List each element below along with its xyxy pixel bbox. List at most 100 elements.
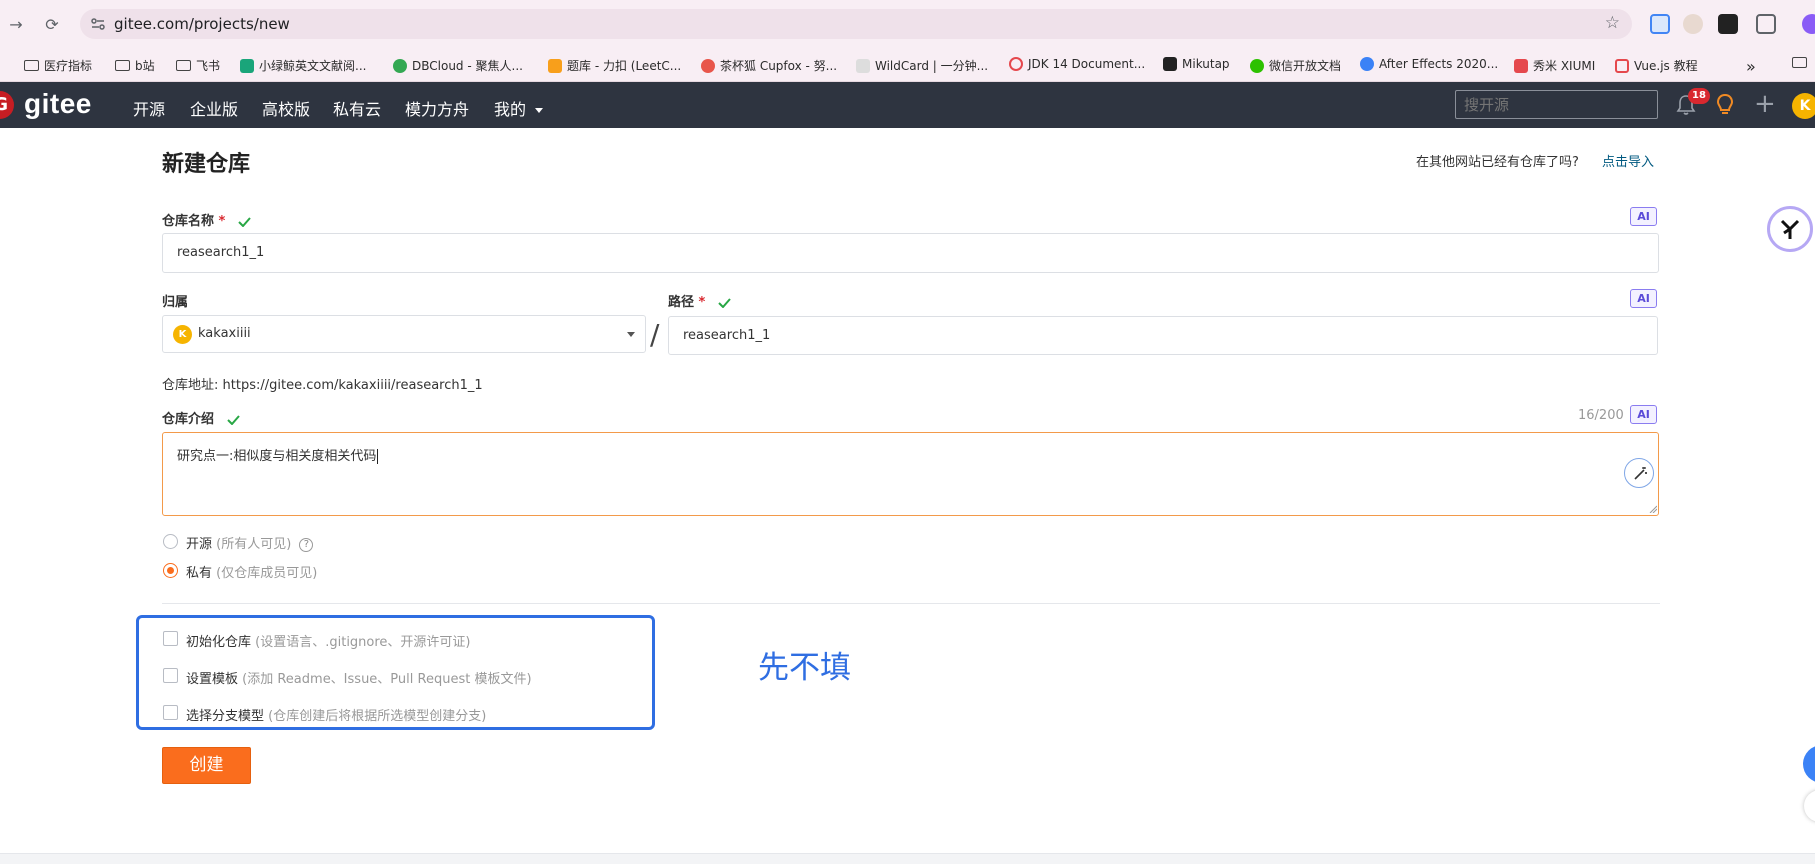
template-label[interactable]: 设置模板 (添加 Readme、Issue、Pull Request 模板文件) (186, 668, 532, 687)
puzzle-extension-icon[interactable] (1756, 14, 1776, 34)
profile-extension-icon[interactable] (1683, 14, 1703, 34)
radio-private-label[interactable]: 私有 (仅仓库成员可见) (186, 562, 317, 581)
bookmark-item[interactable]: 秀米 XIUMI (1514, 57, 1595, 74)
vue-icon (1615, 58, 1629, 73)
site-header: G gitee 开源 企业版 高校版 私有云 模力方舟 我的 18 + K (0, 82, 1815, 128)
create-button[interactable]: 创建 (162, 747, 251, 784)
check-icon (226, 414, 240, 425)
bookmark-item[interactable]: 飞书 (176, 57, 220, 74)
bookmark-item[interactable]: JDK 14 Document... (1009, 57, 1145, 71)
assistant-float-icon[interactable] (1767, 206, 1813, 252)
branch-model-label[interactable]: 选择分支模型 (仓库创建后将根据所选模型创建分支) (186, 705, 486, 724)
owner-select[interactable]: K kakaxiiii (162, 315, 646, 353)
folder-icon (176, 60, 191, 71)
site-settings-icon[interactable] (90, 16, 106, 32)
bookmarks-more-icon[interactable]: » (1746, 57, 1756, 76)
bookmarks-bar: 医疗指标 b站 飞书 小绿鲸英文文献阅... DBCloud - 聚焦人... … (0, 48, 1815, 82)
owner-value: kakaxiiii (198, 326, 251, 341)
import-question: 在其他网站已经有仓库了吗? (1416, 155, 1579, 170)
folder-icon (115, 60, 130, 71)
init-repo-checkbox[interactable] (163, 631, 178, 646)
intro-char-count: 16/200 (1578, 408, 1624, 423)
repo-address: 仓库地址: https://gitee.com/kakaxiiii/reasea… (162, 378, 483, 393)
help-icon[interactable]: ? (299, 537, 314, 552)
intro-textarea[interactable]: 研究点一:相似度与相关度相关代码 (162, 432, 1659, 516)
oracle-icon (1009, 57, 1023, 71)
nav-moli[interactable]: 模力方舟 (405, 96, 469, 120)
forward-icon[interactable]: → (4, 12, 28, 36)
search-input[interactable] (1455, 90, 1658, 119)
bookmark-item[interactable]: b站 (115, 57, 155, 74)
annotation-note: 先不填 (758, 650, 851, 686)
address-bar[interactable]: gitee.com/projects/new ☆ (80, 9, 1632, 39)
magic-wand-icon (1634, 467, 1647, 480)
owner-label: 归属 (162, 295, 189, 310)
bookmark-item[interactable]: After Effects 2020... (1360, 57, 1498, 71)
bookmark-item[interactable]: 小绿鲸英文文献阅... (240, 57, 366, 74)
repo-name-label: 仓库名称 * (162, 210, 251, 229)
bookmark-item[interactable]: 微信开放文档 (1250, 57, 1341, 74)
nav-open-source[interactable]: 开源 (133, 96, 165, 120)
import-link[interactable]: 点击导入 (1602, 151, 1654, 170)
radio-open-source-label[interactable]: 开源 (所有人可见) ? (186, 533, 314, 552)
nav-private-cloud[interactable]: 私有云 (333, 96, 381, 120)
ae-icon (1360, 57, 1374, 71)
gitee-logo-text[interactable]: gitee (24, 88, 92, 120)
notification-badge: 18 (1688, 88, 1710, 104)
gitee-logo-icon[interactable]: G (0, 91, 14, 119)
nav-education[interactable]: 高校版 (262, 96, 310, 120)
radio-private[interactable] (163, 563, 178, 578)
chevron-down-icon (627, 332, 635, 337)
resize-handle-icon[interactable] (1649, 505, 1657, 513)
required-mark: * (698, 295, 706, 310)
ai-badge[interactable]: AI (1630, 289, 1657, 308)
bookmark-item[interactable]: 题库 - 力扣 (LeetC... (548, 57, 681, 74)
divider (162, 603, 1660, 604)
owner-avatar: K (173, 325, 192, 344)
reload-icon[interactable]: ⟳ (40, 12, 64, 36)
folder-icon[interactable] (1792, 57, 1807, 68)
xiumi-icon (1514, 58, 1528, 73)
bookmark-item[interactable]: WildCard | 一分钟... (856, 57, 988, 74)
check-icon (238, 216, 251, 227)
bookmark-item[interactable]: 茶杯狐 Cupfox - 努... (701, 57, 837, 74)
bookmark-item[interactable]: DBCloud - 聚焦人... (393, 57, 523, 74)
chart-extension-icon[interactable] (1718, 14, 1738, 34)
url-text: gitee.com/projects/new (114, 15, 290, 33)
init-repo-label[interactable]: 初始化仓库 (设置语言、.gitignore、开源许可证) (186, 631, 471, 650)
browser-profile-icon[interactable] (1802, 14, 1815, 34)
nav-mine[interactable]: 我的 (494, 96, 544, 120)
plus-icon[interactable]: + (1754, 90, 1776, 118)
path-separator: / (650, 318, 660, 351)
template-checkbox[interactable] (163, 668, 178, 683)
leetcode-icon (548, 58, 562, 73)
nav-enterprise[interactable]: 企业版 (190, 96, 238, 120)
whale-icon (240, 58, 254, 73)
float-action-button[interactable] (1803, 745, 1815, 783)
page-footer-edge (0, 853, 1815, 864)
ai-badge[interactable]: AI (1630, 207, 1657, 226)
bookmark-star-icon[interactable]: ☆ (1605, 13, 1620, 33)
path-input[interactable]: reasearch1_1 (668, 316, 1658, 355)
mikutap-icon (1163, 57, 1177, 71)
ai-polish-button[interactable] (1624, 458, 1654, 488)
radio-open-source[interactable] (163, 534, 178, 549)
caret-down-icon (535, 108, 544, 113)
repo-name-input[interactable]: reasearch1_1 (162, 233, 1659, 273)
text-cursor (377, 449, 379, 464)
float-secondary-button[interactable] (1804, 790, 1815, 822)
bookmark-item[interactable]: Mikutap (1163, 57, 1230, 71)
bookmark-item[interactable]: 医疗指标 (24, 57, 92, 74)
intro-label: 仓库介绍 (162, 408, 240, 427)
docs-extension-icon[interactable] (1650, 14, 1670, 34)
lightbulb-icon[interactable] (1715, 93, 1735, 117)
bookmark-item[interactable]: Vue.js 教程 (1615, 57, 1698, 74)
dbcloud-icon (393, 58, 407, 73)
required-mark: * (218, 214, 226, 229)
ai-badge[interactable]: AI (1630, 405, 1657, 424)
wildcard-icon (856, 58, 870, 73)
check-icon (718, 297, 731, 308)
page-title: 新建仓库 (162, 152, 251, 177)
user-avatar[interactable]: K (1792, 93, 1815, 119)
branch-model-checkbox[interactable] (163, 705, 178, 720)
